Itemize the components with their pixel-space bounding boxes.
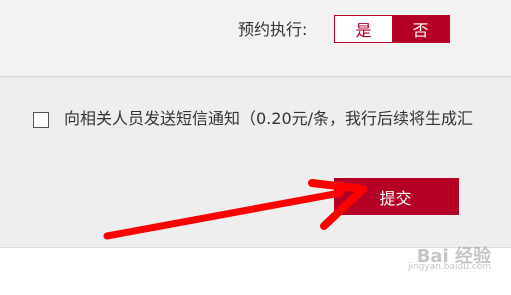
submit-button[interactable]: 提交 bbox=[334, 178, 459, 215]
schedule-yes-option[interactable]: 是 bbox=[335, 16, 392, 42]
schedule-no-option[interactable]: 否 bbox=[392, 16, 449, 42]
schedule-toggle[interactable]: 是 否 bbox=[334, 15, 450, 43]
sms-section bbox=[0, 77, 511, 247]
schedule-label: 预约执行: bbox=[238, 20, 308, 39]
footer-area bbox=[0, 247, 511, 295]
sms-checkbox[interactable] bbox=[33, 112, 49, 128]
sms-notify-label: 向相关人员发送短信通知（0.20元/条，我行后续将生成汇 bbox=[64, 109, 474, 128]
